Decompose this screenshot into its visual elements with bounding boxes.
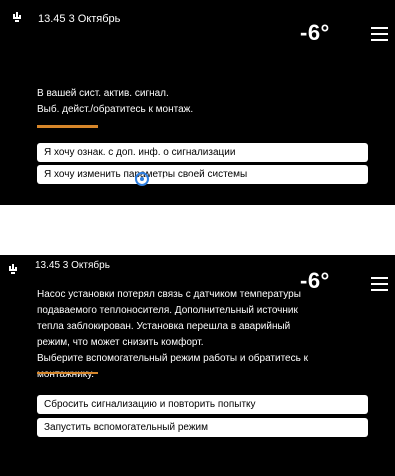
alarm-screen-short: 13.45 3 Октябрь -6° В вашей сист. актив.…	[0, 0, 395, 205]
page-dot[interactable]	[163, 176, 169, 182]
option-change-settings-button[interactable]: Я хочу изменить параметры своей системы	[37, 165, 368, 184]
page-dot[interactable]	[259, 176, 265, 182]
message-line: Выберите вспомогательный режим работы и …	[37, 353, 308, 364]
alarm-screen-detailed: 13.45 3 Октябрь -6° Насос установки поте…	[0, 255, 395, 476]
hamburger-menu-icon[interactable]	[371, 27, 388, 41]
option-more-info-button[interactable]: Я хочу ознак. с доп. инф. о сигнализации	[37, 143, 368, 162]
page-dot[interactable]	[211, 176, 217, 182]
message-line: В вашей сист. актив. сигнал.	[37, 88, 169, 99]
time-date: 13.45 3 Октябрь	[35, 260, 110, 271]
accent-underline	[37, 125, 98, 128]
alarm-message: В вашей сист. актив. сигнал. Выб. дейст.…	[37, 86, 193, 118]
page-dot-active[interactable]	[135, 172, 149, 186]
page-dot[interactable]	[235, 176, 241, 182]
option-aid-mode-button[interactable]: Запустить вспомогательный режим	[37, 418, 368, 437]
time-date: 13.45 3 Октябрь	[38, 13, 121, 25]
usb-icon	[12, 12, 22, 22]
alarm-message: Насос установки потерял связь с датчиком…	[37, 287, 308, 383]
message-line: монтажнику.	[37, 369, 95, 380]
option-reset-alarm-button[interactable]: Сбросить сигнализацию и повторить попытк…	[37, 395, 368, 414]
page-dot[interactable]	[187, 176, 193, 182]
accent-underline	[37, 372, 98, 374]
message-line: Насос установки потерял связь с датчиком…	[37, 289, 301, 300]
usb-icon	[8, 264, 18, 274]
outdoor-temperature: -6°	[300, 20, 330, 45]
hamburger-menu-icon[interactable]	[371, 277, 388, 291]
message-line: Выб. дейст./обратитесь к монтаж.	[37, 104, 194, 115]
message-line: тепла заблокирован. Установка перешла в …	[37, 321, 291, 332]
message-line: подаваемого теплоносителя. Дополнительны…	[37, 305, 298, 316]
message-line: режим, что может снизить комфорт.	[37, 337, 204, 348]
